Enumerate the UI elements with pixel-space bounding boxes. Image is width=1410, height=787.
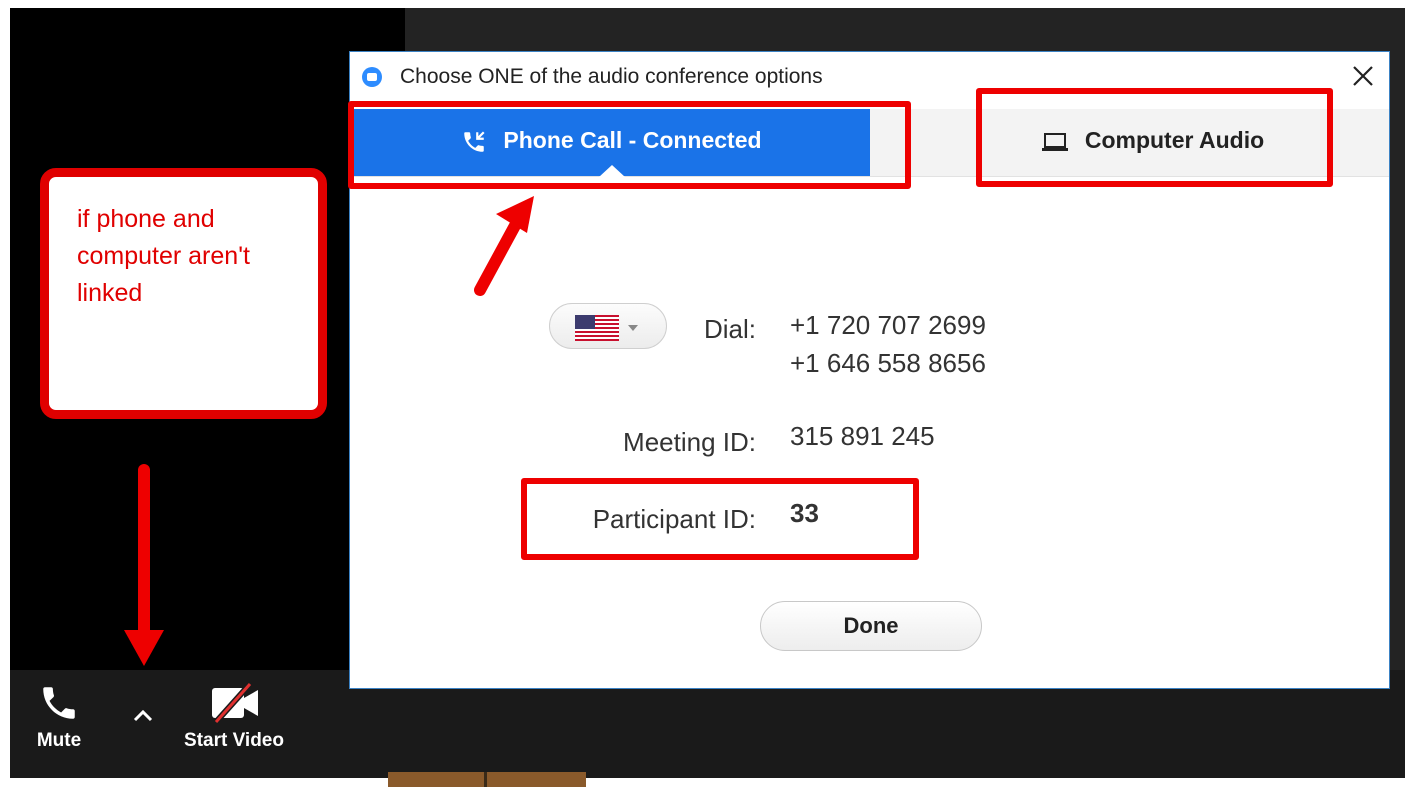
dialog-title: Choose ONE of the audio conference optio…: [400, 65, 823, 88]
close-icon: [1353, 66, 1373, 86]
start-video-label: Start Video: [184, 730, 284, 751]
mute-label: Mute: [36, 730, 82, 751]
toolbar-strip: [388, 772, 586, 787]
country-selector[interactable]: [549, 303, 667, 349]
video-off-icon: [212, 681, 258, 725]
annotation-note-text: if phone and computer aren't linked: [77, 205, 250, 307]
done-button[interactable]: Done: [760, 601, 982, 651]
highlight-participant-id: [521, 478, 919, 560]
meeting-id-label: Meeting ID:: [623, 427, 756, 457]
highlight-computer-audio-tab: [976, 88, 1333, 187]
dial-label: Dial:: [703, 314, 756, 344]
close-button[interactable]: [1349, 62, 1377, 90]
dial-numbers: +1 720 707 2699 +1 646 558 8656: [790, 306, 986, 382]
phone-icon: [43, 687, 75, 719]
chevron-up-icon: [133, 709, 153, 722]
mute-button[interactable]: Mute: [24, 682, 94, 752]
chevron-down-icon: [628, 325, 638, 331]
zoom-logo-icon: [362, 67, 382, 87]
start-video-button[interactable]: Start Video: [168, 681, 300, 752]
meeting-id-value: 315 891 245: [790, 421, 935, 451]
annotation-note: if phone and computer aren't linked: [40, 168, 327, 419]
dial-number-1: +1 720 707 2699: [790, 310, 986, 340]
audio-options-chevron[interactable]: [126, 700, 160, 730]
us-flag-icon: [575, 315, 619, 341]
highlight-phone-tab: [348, 101, 911, 189]
dial-number-2: +1 646 558 8656: [790, 348, 986, 378]
